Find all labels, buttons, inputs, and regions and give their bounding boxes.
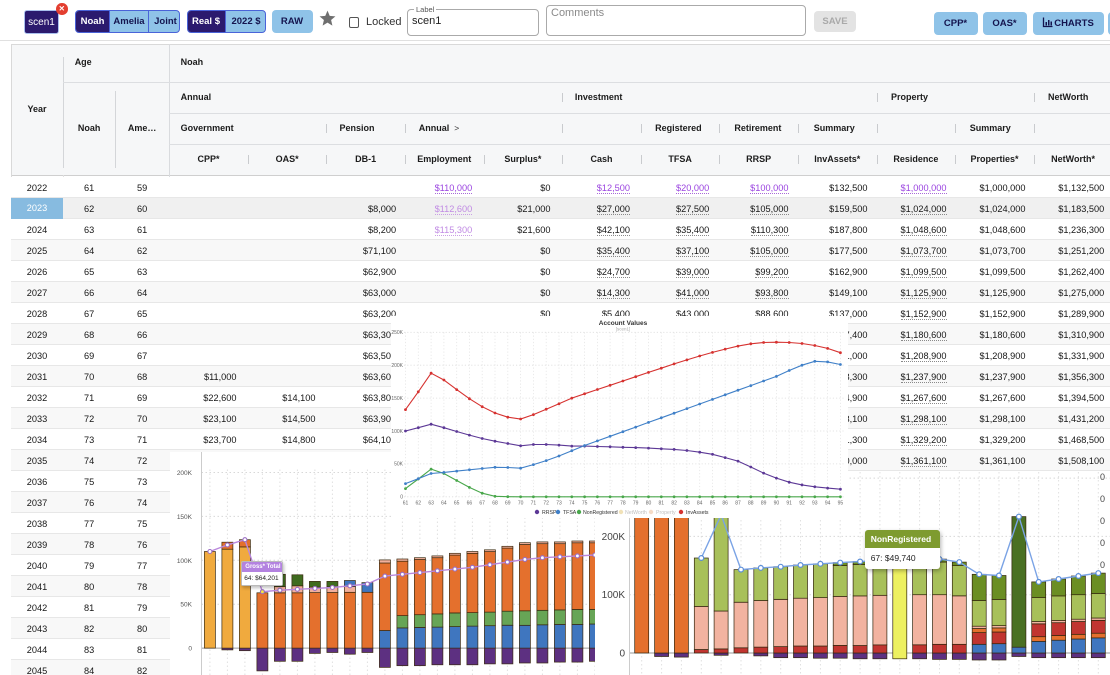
svg-text:0: 0 <box>188 645 192 652</box>
svg-text:88: 88 <box>748 500 754 506</box>
svg-text:92: 92 <box>799 500 805 506</box>
svg-text:[scen1]: [scen1] <box>615 327 630 332</box>
svg-text:200K: 200K <box>602 532 626 543</box>
svg-text:0: 0 <box>1100 472 1105 482</box>
svg-text:71: 71 <box>530 500 536 506</box>
svg-text:RRSP: RRSP <box>542 510 557 516</box>
svg-text:82: 82 <box>671 500 677 506</box>
svg-text:66: 66 <box>466 500 472 506</box>
svg-text:0: 0 <box>1100 538 1105 548</box>
svg-text:64: 64 <box>441 500 447 506</box>
svg-text:100K: 100K <box>602 590 626 601</box>
svg-text:50K: 50K <box>180 601 192 608</box>
svg-text:70: 70 <box>517 500 523 506</box>
svg-text:83: 83 <box>684 500 690 506</box>
svg-text:93: 93 <box>812 500 818 506</box>
svg-text:50K: 50K <box>394 462 404 468</box>
svg-text:90: 90 <box>773 500 779 506</box>
svg-text:94: 94 <box>824 500 830 506</box>
svg-text:68: 68 <box>492 500 498 506</box>
svg-text:100K: 100K <box>391 429 403 435</box>
svg-text:79: 79 <box>632 500 638 506</box>
svg-text:81: 81 <box>658 500 664 506</box>
svg-text:0: 0 <box>1100 494 1105 504</box>
svg-text:74: 74 <box>569 500 575 506</box>
svg-text:250K: 250K <box>391 330 403 336</box>
svg-text:86: 86 <box>722 500 728 506</box>
svg-text:Property: Property <box>656 510 676 516</box>
svg-text:89: 89 <box>760 500 766 506</box>
svg-text:91: 91 <box>786 500 792 506</box>
svg-text:62: 62 <box>415 500 421 506</box>
svg-text:InvAssets: InvAssets <box>686 510 709 516</box>
svg-text:84: 84 <box>696 500 702 506</box>
svg-text:77: 77 <box>607 500 613 506</box>
svg-text:76: 76 <box>594 500 600 506</box>
svg-text:0: 0 <box>1100 560 1105 570</box>
svg-text:150K: 150K <box>177 513 193 520</box>
svg-text:95: 95 <box>837 500 843 506</box>
svg-text:NetWorth: NetWorth <box>625 510 647 516</box>
svg-text:87: 87 <box>735 500 741 506</box>
svg-text:75: 75 <box>581 500 587 506</box>
svg-text:78: 78 <box>620 500 626 506</box>
svg-text:100K: 100K <box>177 557 193 564</box>
svg-text:65: 65 <box>453 500 459 506</box>
svg-text:0: 0 <box>1100 516 1105 526</box>
svg-text:63: 63 <box>428 500 434 506</box>
svg-text:150K: 150K <box>391 396 403 402</box>
svg-text:0: 0 <box>619 649 625 660</box>
svg-text:200K: 200K <box>177 470 193 477</box>
svg-text:NonRegistered: NonRegistered <box>583 510 618 516</box>
svg-text:85: 85 <box>709 500 715 506</box>
svg-text:80: 80 <box>645 500 651 506</box>
svg-text:69: 69 <box>505 500 511 506</box>
svg-text:72: 72 <box>543 500 549 506</box>
svg-text:61: 61 <box>402 500 408 506</box>
svg-text:67: 67 <box>479 500 485 506</box>
svg-text:200K: 200K <box>391 363 403 369</box>
svg-text:73: 73 <box>556 500 562 506</box>
svg-text:TFSA: TFSA <box>563 510 577 516</box>
